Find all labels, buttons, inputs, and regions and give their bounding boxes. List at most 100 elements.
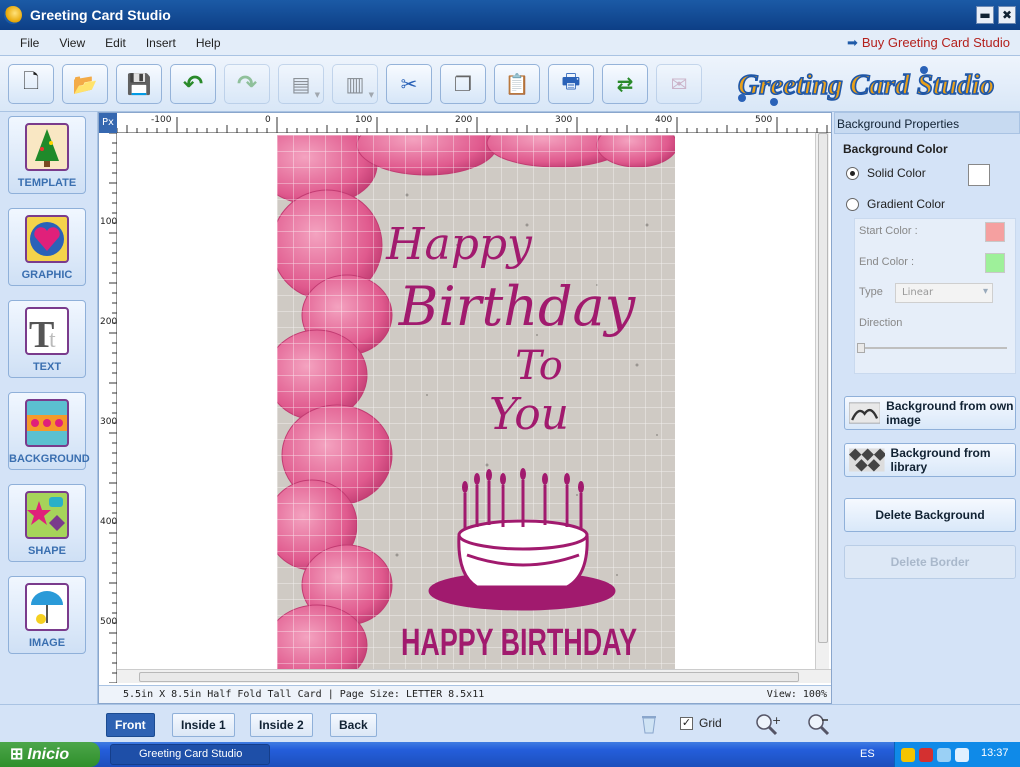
grid-checkbox[interactable]: ✓ <box>680 716 693 730</box>
vertical-scroll-thumb[interactable] <box>818 133 828 643</box>
app-logo-icon <box>4 6 22 24</box>
solid-color-radio[interactable] <box>846 166 859 180</box>
layer-forward-icon: ▤ <box>291 72 311 96</box>
properties-header: Background Properties <box>834 112 1020 134</box>
background-own-image-button[interactable]: Background from own image <box>844 396 1016 430</box>
undo-button[interactable]: ↶ <box>170 64 216 104</box>
card-front[interactable]: Happy Birthday To You HAPPY BIRTHDAY <box>277 135 675 671</box>
monitor-icon[interactable] <box>955 748 969 762</box>
new-icon: 🗋 <box>22 69 40 93</box>
menu-help[interactable]: Help <box>186 36 231 50</box>
tab-inside-1[interactable]: Inside 1 <box>172 713 235 737</box>
end-color-swatch[interactable] <box>985 253 1005 273</box>
card-bottom-banner[interactable]: HAPPY BIRTHDAY <box>401 622 637 664</box>
print-icon: 🖶 <box>561 69 581 93</box>
ruler-h-label: 500 <box>755 115 773 125</box>
minimize-button[interactable]: ▬ <box>976 6 994 24</box>
paste-icon: 📋 <box>504 72 530 96</box>
email-icon: ✉ <box>670 72 688 96</box>
title-bar: Greeting Card Studio ▬ ✖ <box>0 0 1020 30</box>
start-button[interactable]: ⊞ Inicio <box>0 742 100 767</box>
recycle-bin-icon[interactable] <box>640 713 658 735</box>
layer-forward-button[interactable]: ▤ ▼ <box>278 64 324 104</box>
background-library-label: Background from library <box>890 446 991 474</box>
card-line-you[interactable]: You <box>489 389 569 440</box>
paste-button[interactable]: 📋 <box>494 64 540 104</box>
tool-shape-label: SHAPE <box>28 545 66 557</box>
tool-panel: TEMPLATE GRAPHIC Tt TEXT BACKGROUND SHAP… <box>0 112 98 704</box>
grid-toggle[interactable]: ✓ Grid <box>680 716 722 730</box>
gradient-settings: Start Color : End Color : Type Linear Di… <box>854 218 1016 374</box>
save-button[interactable]: 💾 <box>116 64 162 104</box>
card-line-happy[interactable]: Happy <box>385 219 533 270</box>
language-indicator[interactable]: ES <box>860 748 875 760</box>
tool-image-button[interactable]: IMAGE <box>8 576 86 654</box>
ruler-v-label: 300 <box>100 417 118 427</box>
card-line-to[interactable]: To <box>515 343 563 389</box>
solid-color-label: Solid Color <box>867 166 926 180</box>
menu-file[interactable]: File <box>10 36 49 50</box>
tab-front[interactable]: Front <box>106 713 155 737</box>
shapes-icon <box>25 491 69 539</box>
tool-graphic-label: GRAPHIC <box>21 269 73 281</box>
taskbar-app-item[interactable]: Greeting Card Studio <box>110 744 270 765</box>
start-label: Inicio <box>27 746 70 763</box>
menu-bar: File View Edit Insert Help ➡ Buy Greeting… <box>0 30 1020 56</box>
solid-color-picker[interactable] <box>968 164 990 186</box>
os-taskbar: ⊞ Inicio Greeting Card Studio ES 13:37 <box>0 742 1020 767</box>
background-library-button[interactable]: Background from library <box>844 443 1016 477</box>
cut-button[interactable]: ✂ <box>386 64 432 104</box>
share-button[interactable]: ⇄ <box>602 64 648 104</box>
gradient-type-select[interactable]: Linear <box>895 283 993 303</box>
menu-edit[interactable]: Edit <box>95 36 136 50</box>
close-button[interactable]: ✖ <box>998 6 1016 24</box>
print-button[interactable]: 🖶 <box>548 64 594 104</box>
solid-color-option[interactable]: Solid Color <box>846 166 926 180</box>
tool-template-button[interactable]: TEMPLATE <box>8 116 86 194</box>
vertical-ruler: 100 200 300 400 500 <box>99 133 117 683</box>
direction-slider-thumb[interactable] <box>857 343 865 353</box>
network-icon[interactable] <box>937 748 951 762</box>
redo-button[interactable]: ↷ <box>224 64 270 104</box>
email-button[interactable]: ✉ <box>656 64 702 104</box>
security-icon[interactable] <box>919 748 933 762</box>
start-color-swatch[interactable] <box>985 222 1005 242</box>
copy-button[interactable]: ❐ <box>440 64 486 104</box>
page-tab-bar: Front Inside 1 Inside 2 Back ✓ Grid + <box>0 704 1020 742</box>
card-line-birthday[interactable]: Birthday <box>398 275 637 338</box>
grid-label: Grid <box>699 716 722 730</box>
shield-icon[interactable] <box>901 748 915 762</box>
new-button[interactable]: 🗋 <box>8 64 54 104</box>
menu-insert[interactable]: Insert <box>136 36 186 50</box>
toolbar: 🗋 📂 💾 ↶ ↷ ▤ ▼ ▥ ▼ ✂ ❐ 📋 🖶 ⇄ ✉ Greeting Car… <box>0 56 1020 112</box>
vertical-scrollbar[interactable] <box>815 133 829 669</box>
save-icon: 💾 <box>126 72 152 96</box>
tab-back[interactable]: Back <box>330 713 377 737</box>
image-umbrella-icon <box>25 583 69 631</box>
tool-background-button[interactable]: BACKGROUND <box>8 392 90 470</box>
clock: 13:37 <box>981 747 1009 759</box>
buy-link[interactable]: ➡ Buy Greeting Card Studio <box>847 35 1010 51</box>
end-color-label: End Color : <box>859 256 915 268</box>
horizontal-scrollbar[interactable] <box>117 669 831 683</box>
layer-back-button[interactable]: ▥ ▼ <box>332 64 378 104</box>
gradient-color-option[interactable]: Gradient Color <box>846 197 945 211</box>
ruler-v-label: 500 <box>100 617 118 627</box>
direction-label: Direction <box>859 317 903 329</box>
tab-inside-2[interactable]: Inside 2 <box>250 713 313 737</box>
gradient-color-radio[interactable] <box>846 197 859 211</box>
tool-text-button[interactable]: Tt TEXT <box>8 300 86 378</box>
tool-template-label: TEMPLATE <box>17 177 77 189</box>
open-button[interactable]: 📂 <box>62 64 108 104</box>
tool-shape-button[interactable]: SHAPE <box>8 484 86 562</box>
brand-logo-text: Greeting Card Studio <box>738 69 994 101</box>
menu-view[interactable]: View <box>49 36 95 50</box>
delete-border-button[interactable]: Delete Border <box>844 545 1016 579</box>
zoom-in-icon[interactable]: + <box>754 712 780 736</box>
horizontal-scroll-thumb[interactable] <box>139 672 799 682</box>
direction-slider[interactable] <box>857 343 1007 353</box>
zoom-out-icon[interactable] <box>806 712 832 736</box>
delete-background-button[interactable]: Delete Background <box>844 498 1016 532</box>
window-title: Greeting Card Studio <box>30 7 171 23</box>
tool-graphic-button[interactable]: GRAPHIC <box>8 208 86 286</box>
